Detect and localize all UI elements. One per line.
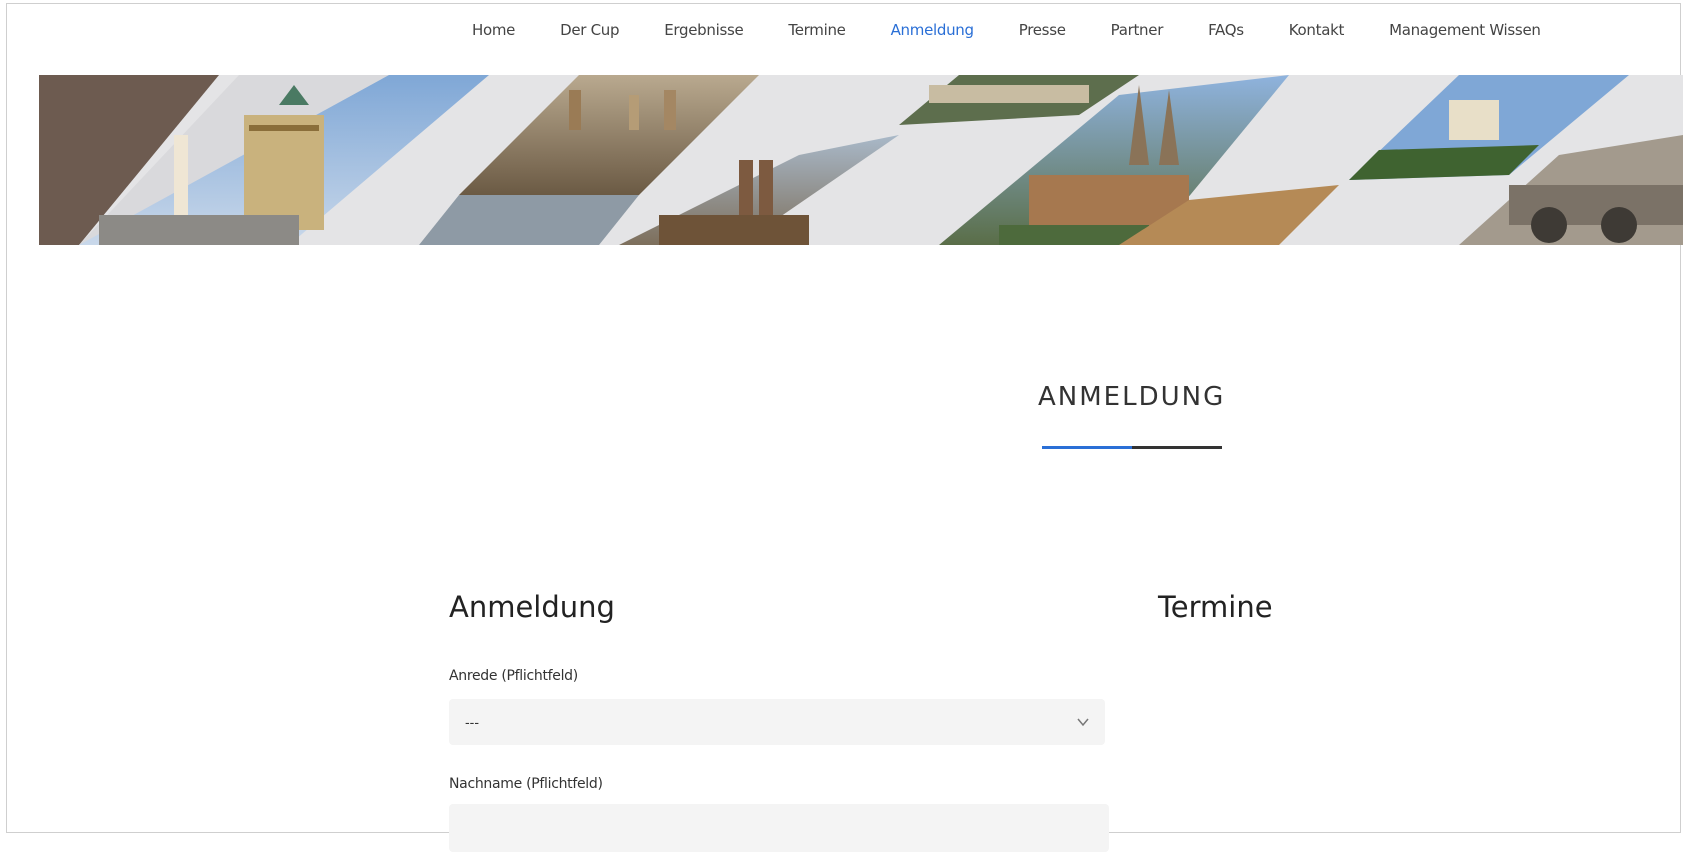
termine-title: Termine	[1158, 590, 1273, 624]
nav-home[interactable]: Home	[472, 21, 515, 39]
nachname-label: Nachname (Pflichtfeld)	[449, 776, 603, 792]
heading-underline	[1042, 446, 1222, 449]
nachname-input[interactable]	[449, 804, 1109, 852]
nav-kontakt[interactable]: Kontakt	[1289, 21, 1345, 39]
chevron-down-icon	[1077, 718, 1089, 727]
page-heading: ANMELDUNG	[1038, 382, 1226, 412]
nav-management-wissen[interactable]: Management Wissen	[1389, 21, 1541, 39]
heading-underline-accent	[1042, 446, 1132, 449]
nav-faqs[interactable]: FAQs	[1208, 21, 1244, 39]
nav-presse[interactable]: Presse	[1019, 21, 1066, 39]
anrede-label: Anrede (Pflichtfeld)	[449, 668, 578, 684]
nav-partner[interactable]: Partner	[1111, 21, 1164, 39]
city-collage-image	[39, 75, 1683, 245]
nav-ergebnisse[interactable]: Ergebnisse	[664, 21, 743, 39]
form-title: Anmeldung	[449, 590, 615, 624]
nav-anmeldung[interactable]: Anmeldung	[891, 21, 974, 39]
nav-der-cup[interactable]: Der Cup	[560, 21, 619, 39]
main-nav: Home Der Cup Ergebnisse Termine Anmeldun…	[472, 18, 1541, 42]
nav-termine[interactable]: Termine	[788, 21, 845, 39]
header-banner	[39, 75, 1683, 245]
anrede-select[interactable]: ---	[449, 699, 1105, 745]
anrede-select-value: ---	[465, 714, 479, 730]
